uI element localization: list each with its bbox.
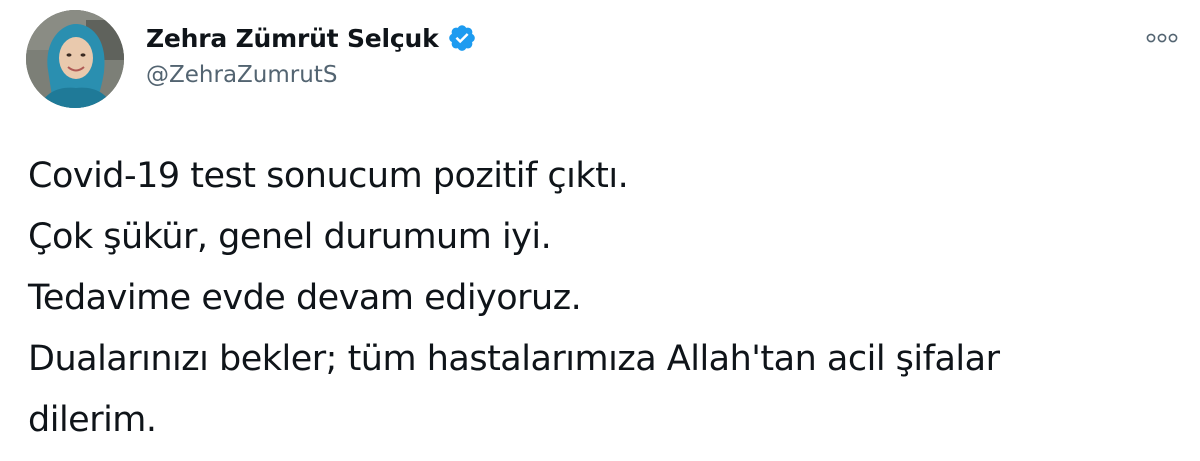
more-options-icon <box>1146 33 1178 43</box>
more-options-button[interactable] <box>1142 28 1182 48</box>
avatar-image <box>26 10 124 108</box>
tweet-text-line: Dualarınızı bekler; tüm hastalarımıza Al… <box>28 339 1000 379</box>
avatar[interactable] <box>26 10 124 108</box>
tweet-text-line: dilerim. <box>28 400 157 440</box>
tweet-text: Covid-19 test sonucum pozitif çıktı. Çok… <box>28 146 1188 451</box>
author-name-row: Zehra Zümrüt Selçuk <box>146 18 477 58</box>
tweet-text-line: Çok şükür, genel durumum iyi. <box>28 217 552 257</box>
tweet-card: Zehra Zümrüt Selçuk @ZehraZumrutS Covid-… <box>0 0 1200 461</box>
tweet-text-line: Covid-19 test sonucum pozitif çıktı. <box>28 156 629 196</box>
author-display-name[interactable]: Zehra Zümrüt Selçuk <box>146 24 439 53</box>
verified-badge-icon <box>447 23 477 53</box>
tweet-text-line: Tedavime evde devam ediyoruz. <box>28 278 582 318</box>
author-handle[interactable]: @ZehraZumrutS <box>146 62 337 88</box>
